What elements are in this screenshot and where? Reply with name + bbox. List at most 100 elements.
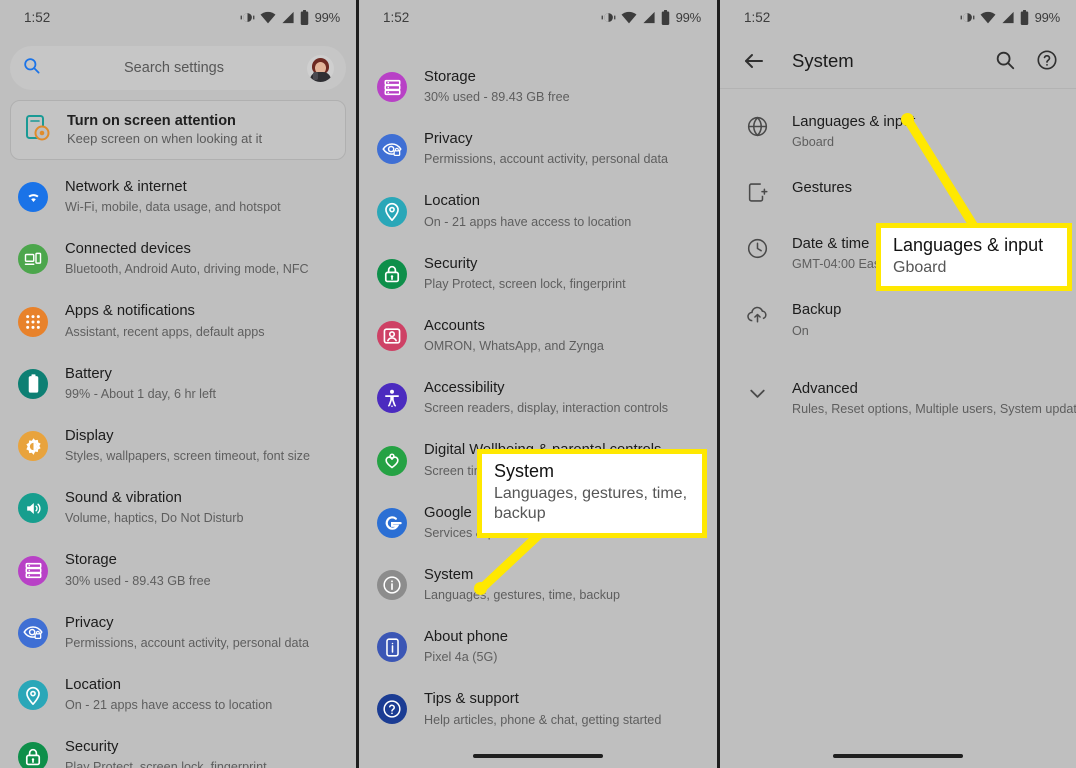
settings-row-texts: Display Styles, wallpapers, screen timeou… — [65, 427, 310, 465]
system-row-subtitle: Gboard — [792, 135, 835, 150]
system-settings-row[interactable]: Backup On — [720, 287, 1076, 353]
settings-row-subtitle: Volume, haptics, Do Not Disturb — [65, 511, 244, 526]
settings-row-title: Security — [424, 255, 478, 272]
status-bar-left: 1:52 99% — [0, 0, 356, 34]
status-icons: 99% — [960, 9, 1060, 25]
search-input[interactable]: Search settings — [41, 60, 307, 76]
settings-row-texts: Security Play Protect, screen lock, finge… — [424, 255, 626, 293]
phone-panel-settings-scrolled: 1:52 99% Storage 30% used - 89.43 GB free… — [359, 0, 717, 768]
settings-row-texts: System Languages, gestures, time, backup — [424, 566, 620, 604]
settings-row-subtitle: Permissions, account activity, personal … — [424, 152, 669, 167]
settings-row[interactable]: Display Styles, wallpapers, screen timeou… — [0, 415, 356, 477]
privacy-eye-icon — [377, 134, 407, 165]
settings-row[interactable]: Security Play Protect, screen lock, finge… — [0, 726, 356, 768]
callout-system-title: System — [494, 461, 555, 481]
app-bar-system: System — [720, 34, 1076, 88]
callout-anchor-dot-languages — [901, 113, 914, 126]
screenshot-stage: 1:52 99% Search settings Turn on screen … — [0, 0, 1076, 768]
settings-row-title: About phone — [424, 629, 508, 646]
suggestion-texts: Turn on screen attention Keep screen on … — [67, 112, 262, 148]
settings-row-texts: Privacy Permissions, account activity, pe… — [424, 130, 668, 168]
settings-row[interactable]: Apps & notifications Assistant, recent ap… — [0, 290, 356, 352]
settings-row-subtitle: Help articles, phone & chat, getting sta… — [424, 712, 662, 727]
help-circle-icon[interactable] — [1036, 49, 1060, 73]
settings-row[interactable]: Accounts OMRON, WhatsApp, and Zynga — [359, 305, 717, 367]
settings-row-texts: Accounts OMRON, WhatsApp, and Zynga — [424, 317, 604, 355]
settings-row[interactable]: About phone Pixel 4a (5G) — [359, 616, 717, 678]
home-gesture-bar[interactable] — [720, 754, 1076, 758]
settings-row-title: Apps & notifications — [65, 303, 195, 320]
vibrate-icon — [240, 10, 255, 25]
settings-row-subtitle: Pixel 4a (5G) — [424, 650, 498, 665]
settings-row-title: Location — [424, 193, 480, 210]
status-bar-right: 1:52 99% — [720, 0, 1076, 34]
search-settings-bar[interactable]: Search settings — [10, 46, 346, 90]
home-gesture-bar[interactable] — [359, 754, 717, 758]
avatar[interactable] — [307, 54, 334, 82]
gestures-icon — [746, 181, 770, 205]
settings-row[interactable]: Location On - 21 apps have access to loca… — [359, 180, 717, 242]
battery-percent: 99% — [314, 9, 341, 25]
suggestion-card-screen-attention[interactable]: Turn on screen attention Keep screen on … — [10, 100, 346, 161]
settings-row-subtitle: Wi-Fi, mobile, data usage, and hotspot — [65, 200, 281, 215]
settings-row-title: Connected devices — [65, 241, 191, 258]
settings-row-title: Storage — [65, 552, 117, 569]
settings-row-texts: Apps & notifications Assistant, recent ap… — [65, 302, 265, 340]
settings-row[interactable]: Connected devices Bluetooth, Android Auto… — [0, 228, 356, 290]
settings-row-subtitle: Styles, wallpapers, screen timeout, font… — [65, 449, 310, 464]
settings-row-texts: Connected devices Bluetooth, Android Auto… — [65, 240, 309, 278]
search-icon[interactable] — [994, 49, 1018, 73]
settings-row-subtitle: Permissions, account activity, personal … — [65, 635, 310, 650]
battery-percent: 99% — [675, 9, 702, 25]
settings-row-subtitle: OMRON, WhatsApp, and Zynga — [424, 339, 604, 354]
settings-row-title: Sound & vibration — [65, 490, 182, 507]
system-row-subtitle: Rules, Reset options, Multiple users, Sy… — [792, 401, 1076, 416]
settings-row[interactable]: Privacy Permissions, account activity, pe… — [359, 118, 717, 180]
privacy-eye-icon — [18, 617, 48, 648]
settings-list-left: Network & internet Wi-Fi, mobile, data us… — [0, 160, 356, 768]
system-settings-row[interactable]: Advanced Rules, Reset options, Multiple u… — [720, 366, 1076, 432]
system-row-title: Advanced — [792, 380, 858, 397]
system-settings-row[interactable]: Gestures — [720, 165, 1076, 221]
apps-grid-icon — [18, 306, 48, 337]
google-g-icon — [377, 507, 407, 538]
settings-row[interactable]: Sound & vibration Volume, haptics, Do Not… — [0, 477, 356, 539]
callout-system: System Languages, gestures, time, backup — [477, 449, 707, 539]
settings-row[interactable]: Tips & support Help articles, phone & cha… — [359, 678, 717, 740]
settings-row[interactable]: Battery 99% - About 1 day, 6 hr left — [0, 353, 356, 415]
settings-row-texts: Accessibility Screen readers, display, in… — [424, 379, 668, 417]
settings-row[interactable]: Security Play Protect, screen lock, finge… — [359, 243, 717, 305]
settings-row-title: Display — [65, 427, 114, 444]
status-bar-mid: 1:52 99% — [359, 0, 717, 34]
battery-icon — [300, 9, 309, 25]
system-settings-row[interactable]: Languages & input Gboard — [720, 99, 1076, 165]
settings-row-subtitle: Assistant, recent apps, default apps — [65, 324, 265, 339]
signal-icon — [1001, 11, 1015, 24]
system-row-texts: Advanced Rules, Reset options, Multiple u… — [792, 380, 1076, 418]
settings-row-title: Network & internet — [65, 179, 187, 196]
battery-icon — [661, 9, 670, 25]
back-arrow-icon[interactable] — [742, 49, 766, 73]
storage-icon — [377, 72, 407, 103]
settings-row-subtitle: 99% - About 1 day, 6 hr left — [65, 386, 216, 401]
settings-row[interactable]: Location On - 21 apps have access to loca… — [0, 664, 356, 726]
settings-row[interactable]: Accessibility Screen readers, display, in… — [359, 367, 717, 429]
settings-row-subtitle: On - 21 apps have access to location — [424, 214, 632, 229]
wellbeing-heart-icon — [377, 445, 407, 476]
settings-row[interactable]: System Languages, gestures, time, backup — [359, 554, 717, 616]
settings-row[interactable]: Storage 30% used - 89.43 GB free — [0, 539, 356, 601]
accessibility-icon — [377, 383, 407, 414]
phone-panel-system: 1:52 99% System Languages & input Gboard… — [720, 0, 1076, 768]
settings-row[interactable]: Storage 30% used - 89.43 GB free — [359, 56, 717, 118]
cloud-upload-icon — [746, 303, 770, 327]
vibrate-icon — [960, 10, 975, 25]
settings-row-texts: Sound & vibration Volume, haptics, Do Not… — [65, 489, 244, 527]
settings-row[interactable]: Network & internet Wi-Fi, mobile, data us… — [0, 166, 356, 228]
signal-icon — [281, 11, 295, 24]
clock-icon — [746, 237, 770, 261]
lock-icon — [377, 258, 407, 289]
system-row-title: Languages & input — [792, 114, 916, 130]
settings-row[interactable]: Privacy Permissions, account activity, pe… — [0, 602, 356, 664]
settings-row-texts: About phone Pixel 4a (5G) — [424, 628, 508, 666]
status-time: 1:52 — [744, 9, 771, 25]
